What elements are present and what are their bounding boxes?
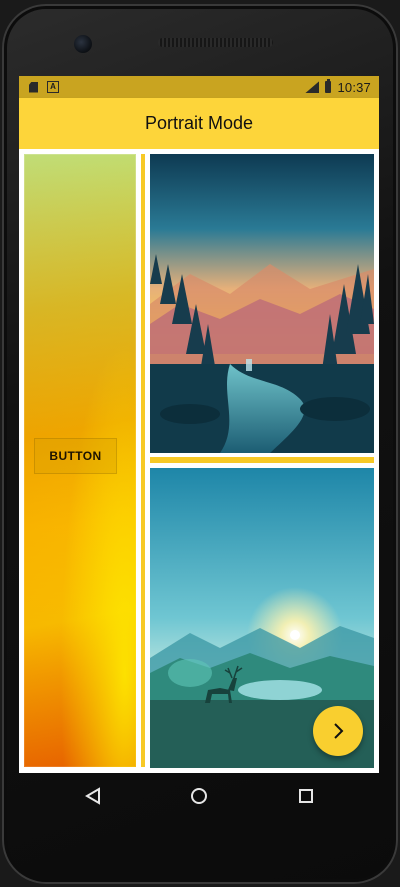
recents-button[interactable] — [293, 783, 319, 809]
forest-lake-image — [150, 154, 374, 453]
back-icon — [85, 787, 100, 805]
horizontal-divider — [150, 457, 374, 463]
front-camera — [74, 35, 92, 53]
home-button[interactable] — [186, 783, 212, 809]
home-icon — [191, 788, 207, 804]
page-title: Portrait Mode — [144, 113, 254, 133]
app-bar: Portrait Mode — [19, 98, 379, 149]
lte-signal-icon — [305, 81, 320, 93]
chevron-right-icon — [334, 723, 344, 739]
vertical-divider — [141, 154, 145, 767]
a-notification-icon: A — [47, 81, 59, 93]
battery-charging-icon — [325, 79, 332, 93]
next-fab-button[interactable] — [313, 706, 363, 756]
sim-card-icon — [29, 81, 38, 93]
earpiece-speaker — [158, 38, 273, 47]
content-area: BUTTON — [19, 149, 379, 773]
forest-lake-illustration — [150, 154, 374, 453]
app-screen: A 10:37 Portrait Mode BUTTON — [19, 76, 379, 773]
system-nav-bar — [19, 773, 379, 818]
status-bar: A 10:37 — [19, 76, 379, 98]
status-time: 10:37 — [337, 79, 371, 95]
recents-icon — [299, 789, 313, 803]
back-button[interactable] — [80, 783, 106, 809]
main-button[interactable]: BUTTON — [34, 438, 117, 474]
